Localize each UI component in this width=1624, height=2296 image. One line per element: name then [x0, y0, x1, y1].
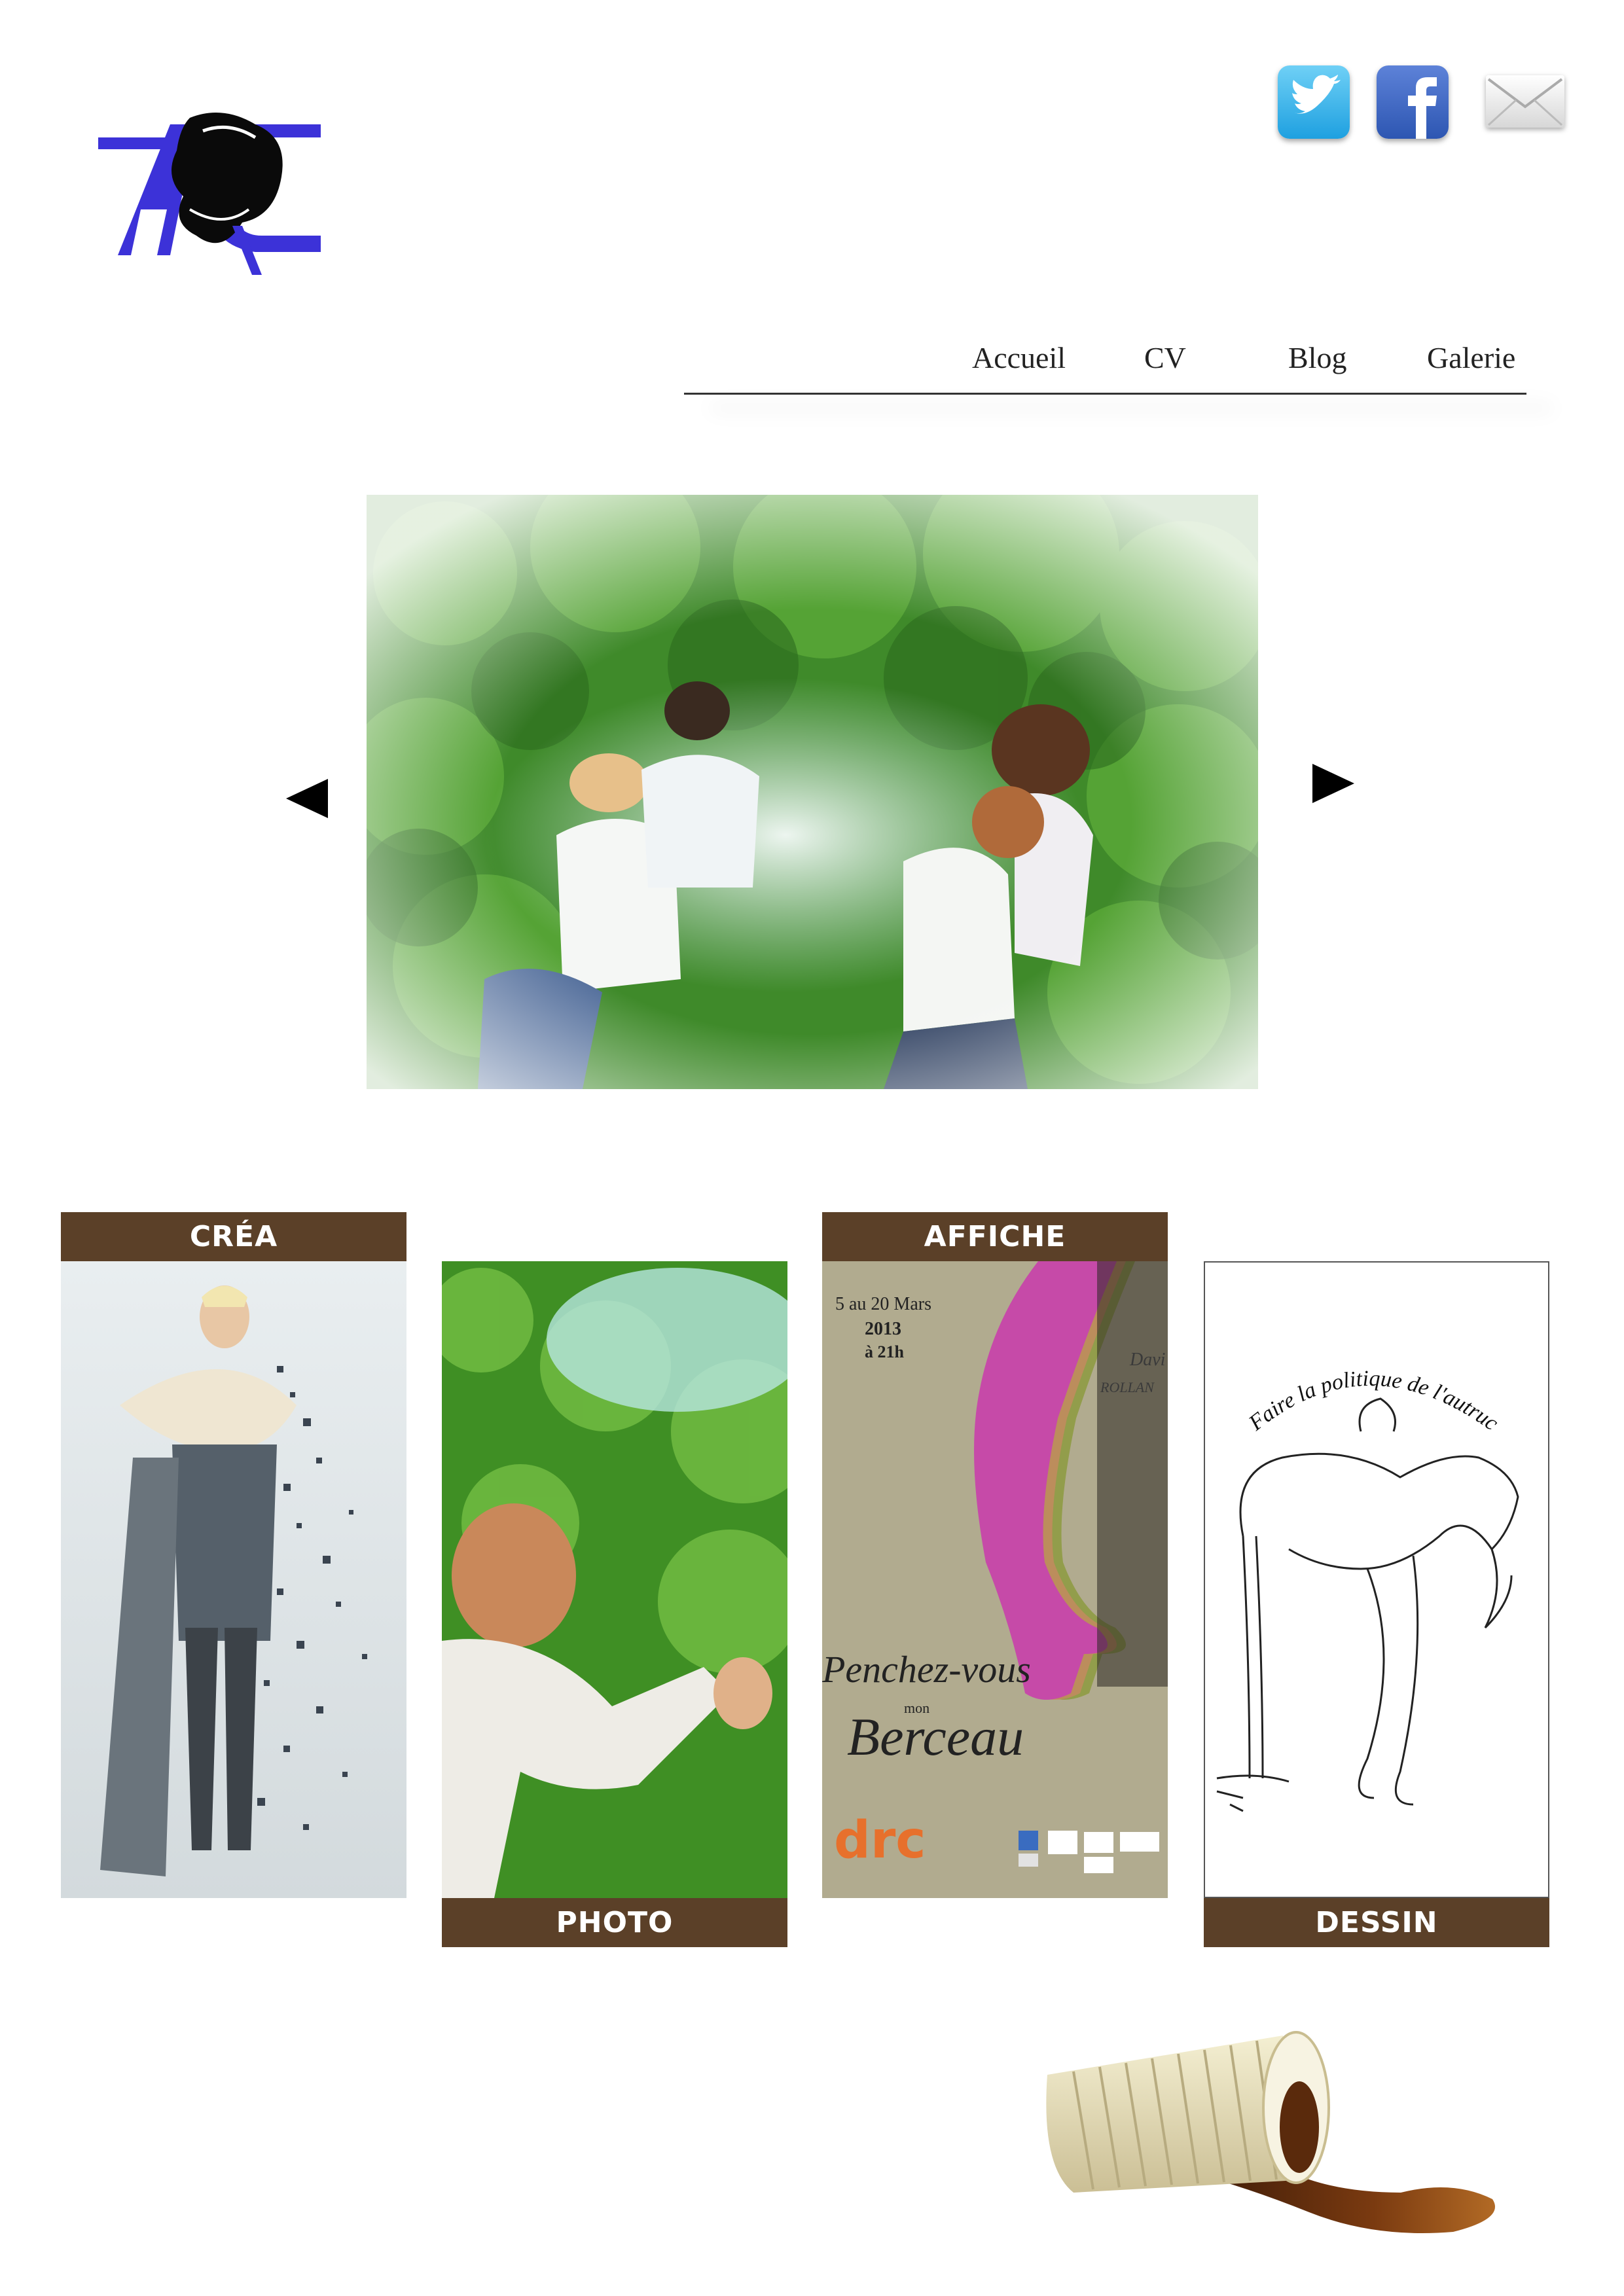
triangle-right-icon[interactable]	[1312, 764, 1354, 803]
card-crea-label[interactable]: CRÉA	[61, 1212, 406, 1261]
card-photo-image[interactable]	[442, 1261, 787, 1898]
nav-divider	[684, 393, 1526, 395]
facebook-icon	[1408, 77, 1437, 139]
mail-icon	[1487, 78, 1563, 126]
affiche-date-line2: 2013	[865, 1319, 901, 1339]
spilled-cup-image	[1046, 2031, 1495, 2233]
twitter-icon	[1291, 75, 1341, 114]
card-affiche-label[interactable]: AFFICHE	[822, 1212, 1168, 1261]
ac-logo[interactable]	[92, 98, 334, 275]
nav-blog[interactable]: Blog	[1288, 340, 1346, 375]
affiche-drc-logo: drc	[834, 1811, 926, 1870]
mail-button[interactable]	[1486, 75, 1564, 128]
affiche-date-line1: 5 au 20 Mars	[835, 1294, 931, 1314]
affiche-title-line2: Berceau	[847, 1707, 1024, 1767]
triangle-left-icon[interactable]	[286, 779, 328, 818]
nav-accueil[interactable]: Accueil	[972, 340, 1066, 375]
card-crea-image[interactable]	[61, 1261, 406, 1898]
card-dessin-image[interactable]: Faire la politique de l'autruche	[1204, 1261, 1549, 1898]
card-dessin-label[interactable]: DESSIN	[1204, 1898, 1549, 1947]
nav-cv[interactable]: CV	[1144, 340, 1186, 375]
card-photo-label[interactable]: PHOTO	[442, 1898, 787, 1947]
affiche-title-line1: Penchez-vous	[822, 1648, 1031, 1691]
logo-a-bar	[98, 137, 177, 149]
affiche-date-line3: à 21h	[865, 1342, 904, 1361]
card-affiche-image[interactable]: 5 au 20 Mars 2013 à 21h Davi ROLLAN Penc…	[822, 1261, 1168, 1898]
twitter-button[interactable]	[1278, 65, 1350, 139]
frog-icon	[171, 113, 283, 243]
nav-galerie[interactable]: Galerie	[1427, 340, 1515, 375]
hero-slide-image	[367, 495, 1258, 1089]
facebook-button[interactable]	[1377, 65, 1449, 139]
affiche-author-first: Davi	[1130, 1350, 1166, 1370]
affiche-author-last: ROLLAN	[1100, 1379, 1154, 1395]
